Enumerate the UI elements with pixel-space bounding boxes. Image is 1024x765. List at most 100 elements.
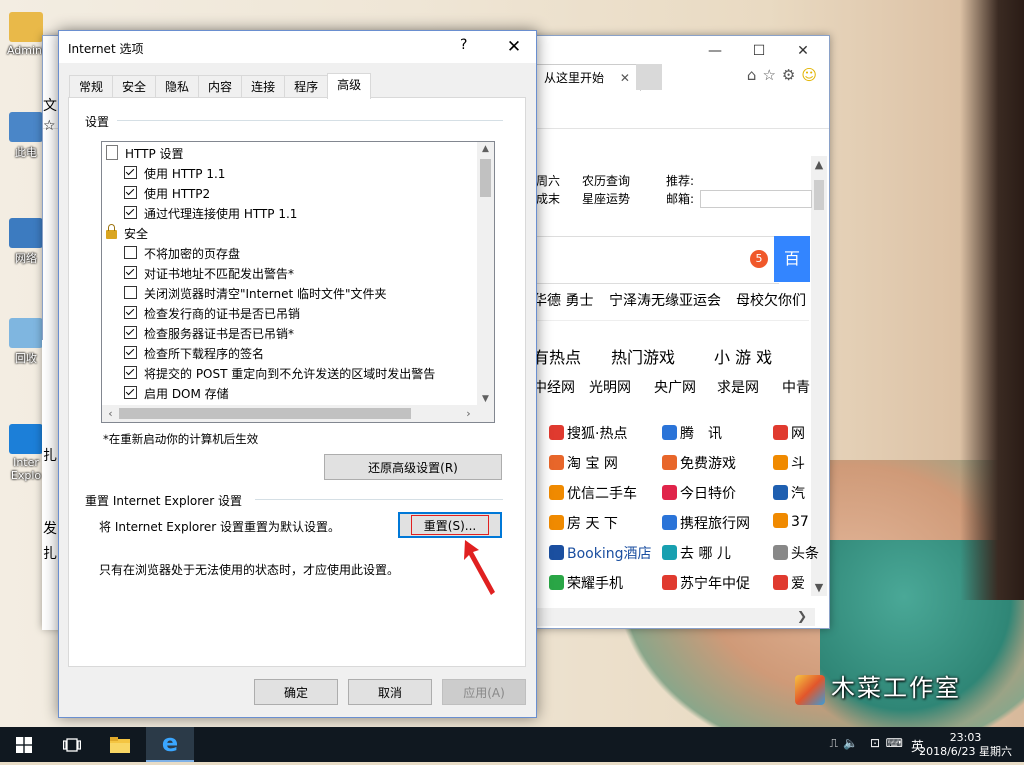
- scroll-up-icon[interactable]: ▲: [811, 158, 827, 171]
- site-link[interactable]: 携程旅行网: [662, 513, 750, 533]
- task-view-button[interactable]: [48, 727, 96, 762]
- tree-scroll-down-icon[interactable]: ▼: [477, 394, 494, 404]
- help-button[interactable]: ?: [460, 37, 467, 53]
- baidu-search-button[interactable]: 百: [774, 236, 810, 282]
- site-link[interactable]: 网: [773, 423, 805, 443]
- browser-info-text[interactable]: 周六: [536, 172, 560, 189]
- checkbox-checked[interactable]: [124, 206, 137, 219]
- dialog-titlebar[interactable]: Internet 选项 ? ✕: [59, 31, 536, 63]
- checkbox-checked[interactable]: [124, 186, 137, 199]
- tab-3[interactable]: 内容: [198, 75, 243, 98]
- news-link[interactable]: 宁泽涛无缘亚运会: [609, 290, 721, 310]
- network-icon[interactable]: ⊡: [870, 736, 880, 750]
- checkbox-checked[interactable]: [124, 266, 137, 279]
- tree-scroll-up-icon[interactable]: ▲: [477, 144, 494, 154]
- restore-advanced-button[interactable]: 还原高级设置(R): [324, 454, 502, 480]
- checkbox-checked[interactable]: [124, 346, 137, 359]
- media-link[interactable]: 光明网: [589, 377, 631, 397]
- start-button[interactable]: [0, 727, 48, 762]
- checkbox-unchecked[interactable]: [124, 246, 137, 259]
- setting-option[interactable]: 使用 HTTP2: [124, 184, 210, 204]
- tree-scroll-left-icon[interactable]: ‹: [102, 405, 119, 422]
- checkbox-checked[interactable]: [124, 366, 137, 379]
- file-explorer-button[interactable]: [96, 727, 144, 762]
- browser-info-text[interactable]: 成末: [536, 190, 560, 207]
- setting-option[interactable]: 检查服务器证书是否已吊销*: [124, 324, 294, 344]
- tab-4[interactable]: 连接: [241, 75, 286, 98]
- checkbox-checked[interactable]: [124, 386, 137, 399]
- ie-taskbar-button[interactable]: e: [146, 727, 194, 762]
- site-link[interactable]: 汽: [773, 483, 805, 503]
- apply-button[interactable]: 应用(A): [442, 679, 526, 705]
- site-link[interactable]: 去 哪 儿: [662, 543, 731, 563]
- tab-6[interactable]: 高级: [327, 73, 372, 99]
- checkbox-checked[interactable]: [124, 306, 137, 319]
- site-link[interactable]: 37: [773, 513, 809, 530]
- gear-icon[interactable]: ⚙: [782, 66, 801, 84]
- media-link[interactable]: 央广网: [654, 377, 696, 397]
- page-horizontal-scrollbar[interactable]: ❯: [533, 608, 815, 626]
- reset-button[interactable]: 重置(S)...: [398, 512, 502, 538]
- dialog-close-button[interactable]: ✕: [499, 34, 529, 60]
- checkbox-checked[interactable]: [124, 326, 137, 339]
- site-link[interactable]: 荣耀手机: [549, 573, 623, 593]
- site-link[interactable]: 房 天 下: [549, 513, 618, 533]
- site-link[interactable]: 今日特价: [662, 483, 736, 503]
- tree-vertical-scrollbar[interactable]: ▲ ▼: [477, 142, 494, 406]
- scroll-down-icon[interactable]: ▼: [811, 581, 827, 594]
- site-link[interactable]: 腾 讯: [662, 423, 722, 443]
- setting-option[interactable]: 通过代理连接使用 HTTP 1.1: [124, 204, 297, 224]
- ok-button[interactable]: 确定: [254, 679, 338, 705]
- setting-option[interactable]: 使用 HTTP 1.1: [124, 164, 225, 184]
- minimize-button[interactable]: —: [695, 40, 735, 62]
- setting-option[interactable]: 对证书地址不匹配发出警告*: [124, 264, 294, 284]
- media-link[interactable]: 求是网: [717, 377, 759, 397]
- news-link[interactable]: 华德 勇士: [533, 290, 593, 310]
- browser-info-text[interactable]: 推荐:: [666, 172, 694, 189]
- scroll-thumb[interactable]: [814, 180, 824, 210]
- baidu-search-input[interactable]: [533, 236, 779, 284]
- site-link[interactable]: 优信二手车: [549, 483, 637, 503]
- setting-option[interactable]: 将提交的 POST 重定向到不允许发送的区域时发出警告: [124, 364, 435, 384]
- site-link[interactable]: 斗: [773, 453, 805, 473]
- taskbar-clock[interactable]: 23:03 2018/6/23 星期六: [919, 731, 1012, 759]
- email-input[interactable]: [700, 190, 812, 208]
- hot-tab[interactable]: 小 游 戏: [714, 344, 772, 368]
- media-link[interactable]: 中青: [782, 377, 810, 397]
- site-link[interactable]: 免费游戏: [662, 453, 736, 473]
- site-link[interactable]: 头条: [773, 543, 819, 563]
- maximize-button[interactable]: ☐: [739, 40, 779, 62]
- internet-options-dialog[interactable]: Internet 选项 ? ✕ 常规 安全 隐私 内容 连接 程序 高级 设置 HTTP 设…: [58, 30, 537, 718]
- tree-horizontal-scrollbar[interactable]: ‹ ›: [102, 405, 494, 422]
- browser-info-text[interactable]: 农历查询: [582, 172, 630, 189]
- site-link[interactable]: 搜狐·热点: [549, 423, 627, 443]
- setting-option[interactable]: 检查发行商的证书是否已吊销: [124, 304, 300, 324]
- favorites-star-icon[interactable]: ☆: [762, 66, 781, 84]
- tree-scroll-right-icon[interactable]: ›: [460, 405, 477, 422]
- checkbox-checked[interactable]: [124, 166, 137, 179]
- browser-tab[interactable]: 从这里开始 ✕: [533, 64, 641, 91]
- news-link[interactable]: 母校欠你们: [736, 290, 806, 310]
- setting-option[interactable]: 启用 DOM 存储: [124, 384, 229, 404]
- tree-vscroll-thumb[interactable]: [480, 159, 491, 197]
- page-vertical-scrollbar[interactable]: ▲ ▼: [811, 156, 827, 596]
- smiley-feedback-icon[interactable]: ☺: [801, 66, 823, 84]
- tab-close-icon[interactable]: ✕: [620, 71, 630, 85]
- tab-0[interactable]: 常规: [69, 75, 114, 98]
- volume-icon[interactable]: 🔈: [843, 736, 858, 750]
- hot-tab[interactable]: 热门游戏: [611, 344, 675, 368]
- browser-info-text[interactable]: 星座运势: [582, 190, 630, 207]
- setting-option[interactable]: 检查所下载程序的签名: [124, 344, 264, 364]
- tab-2[interactable]: 隐私: [155, 75, 200, 98]
- setting-option[interactable]: 不将加密的页存盘: [124, 244, 240, 264]
- site-link[interactable]: 淘 宝 网: [549, 453, 618, 473]
- browser-info-text[interactable]: 邮箱:: [666, 190, 694, 207]
- cancel-button[interactable]: 取消: [348, 679, 432, 705]
- scroll-right-icon[interactable]: ❯: [797, 609, 807, 623]
- site-link[interactable]: 苏宁年中促: [662, 573, 750, 593]
- media-link[interactable]: 中经网: [533, 377, 575, 397]
- new-tab-button[interactable]: [636, 64, 662, 90]
- tab-5[interactable]: 程序: [284, 75, 329, 98]
- site-link[interactable]: Booking酒店: [549, 543, 652, 563]
- advanced-settings-tree[interactable]: HTTP 设置 使用 HTTP 1.1 使用 HTTP2 通过代理连接使用 HTTP …: [101, 141, 495, 423]
